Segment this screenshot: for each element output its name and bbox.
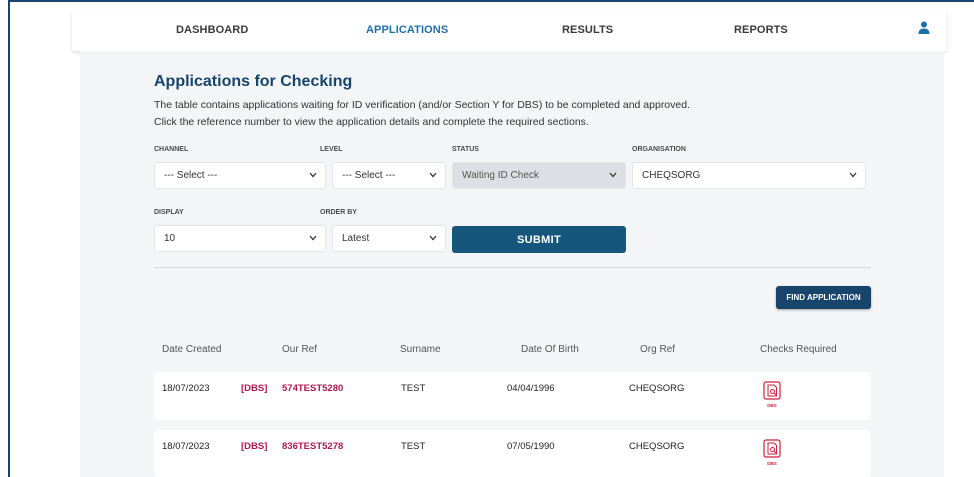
page-description-1: The table contains applications waiting … bbox=[154, 99, 690, 111]
order-by-select[interactable]: Latest bbox=[332, 225, 446, 252]
page-title: Applications for Checking bbox=[154, 73, 353, 90]
status-label: STATUS bbox=[452, 146, 479, 153]
nav-applications[interactable]: APPLICATIONS bbox=[366, 24, 448, 36]
display-value: 10 bbox=[164, 233, 176, 244]
cell-surname: TEST bbox=[401, 383, 426, 394]
chevron-down-icon bbox=[429, 172, 437, 178]
dbs-check-label: DBS bbox=[767, 403, 777, 408]
table-row: 18/07/2023 [DBS] 574TEST5280 TEST 04/04/… bbox=[154, 372, 871, 420]
find-application-button[interactable]: FIND APPLICATION bbox=[776, 286, 871, 309]
divider bbox=[154, 267, 871, 268]
col-date-of-birth: Date Of Birth bbox=[521, 344, 579, 355]
cell-dob: 04/04/1996 bbox=[507, 383, 555, 394]
display-select[interactable]: 10 bbox=[154, 225, 326, 252]
app-frame: DASHBOARD APPLICATIONS RESULTS REPORTS A… bbox=[8, 0, 974, 477]
dbs-check-label: DBS bbox=[767, 461, 777, 466]
cell-tag: [DBS] bbox=[241, 441, 268, 452]
chevron-down-icon bbox=[309, 235, 317, 241]
organisation-value: CHEQSORG bbox=[642, 170, 701, 181]
channel-select[interactable]: --- Select --- bbox=[154, 162, 326, 189]
col-org-ref: Org Ref bbox=[640, 344, 676, 355]
col-checks-required: Checks Required bbox=[760, 344, 837, 355]
cell-dob: 07/05/1990 bbox=[507, 441, 555, 452]
status-select[interactable]: Waiting ID Check bbox=[452, 162, 626, 189]
status-value: Waiting ID Check bbox=[462, 170, 539, 181]
channel-value: --- Select --- bbox=[164, 170, 218, 181]
cell-tag: [DBS] bbox=[241, 383, 268, 394]
chevron-down-icon bbox=[429, 235, 437, 241]
chevron-down-icon bbox=[609, 172, 617, 178]
col-our-ref: Our Ref bbox=[282, 344, 318, 355]
cell-ref-link[interactable]: 574TEST5280 bbox=[282, 383, 343, 394]
organisation-select[interactable]: CHEQSORG bbox=[632, 162, 866, 189]
order-by-value: Latest bbox=[342, 233, 370, 244]
page-description-2: Click the reference number to view the a… bbox=[154, 116, 589, 128]
level-value: --- Select --- bbox=[342, 170, 396, 181]
chevron-down-icon bbox=[309, 172, 317, 178]
order-by-label: ORDER BY bbox=[320, 209, 357, 216]
level-select[interactable]: --- Select --- bbox=[332, 162, 446, 189]
channel-label: CHANNEL bbox=[154, 146, 189, 153]
col-date-created: Date Created bbox=[162, 344, 222, 355]
organisation-label: ORGANISATION bbox=[632, 146, 686, 153]
col-surname: Surname bbox=[400, 344, 441, 355]
cell-surname: TEST bbox=[401, 441, 426, 452]
dbs-check-icon: DBS bbox=[763, 381, 781, 408]
cell-date-created: 18/07/2023 bbox=[162, 383, 210, 394]
dbs-check-icon: DBS bbox=[763, 439, 781, 466]
nav-results[interactable]: RESULTS bbox=[562, 24, 613, 36]
display-label: DISPLAY bbox=[154, 209, 184, 216]
chevron-down-icon bbox=[849, 172, 857, 178]
cell-ref-link[interactable]: 836TEST5278 bbox=[282, 441, 343, 452]
nav-dashboard[interactable]: DASHBOARD bbox=[176, 24, 248, 36]
nav-reports[interactable]: REPORTS bbox=[734, 24, 788, 36]
cell-org-ref: CHEQSORG bbox=[629, 441, 685, 452]
table-row: 18/07/2023 [DBS] 836TEST5278 TEST 07/05/… bbox=[154, 430, 871, 477]
level-label: LEVEL bbox=[320, 146, 343, 153]
main-panel: Applications for Checking The table cont… bbox=[80, 51, 944, 477]
cell-org-ref: CHEQSORG bbox=[629, 383, 685, 394]
user-icon[interactable] bbox=[918, 21, 930, 35]
cell-date-created: 18/07/2023 bbox=[162, 441, 210, 452]
top-nav: DASHBOARD APPLICATIONS RESULTS REPORTS bbox=[72, 10, 946, 51]
submit-button[interactable]: SUBMIT bbox=[452, 226, 626, 253]
